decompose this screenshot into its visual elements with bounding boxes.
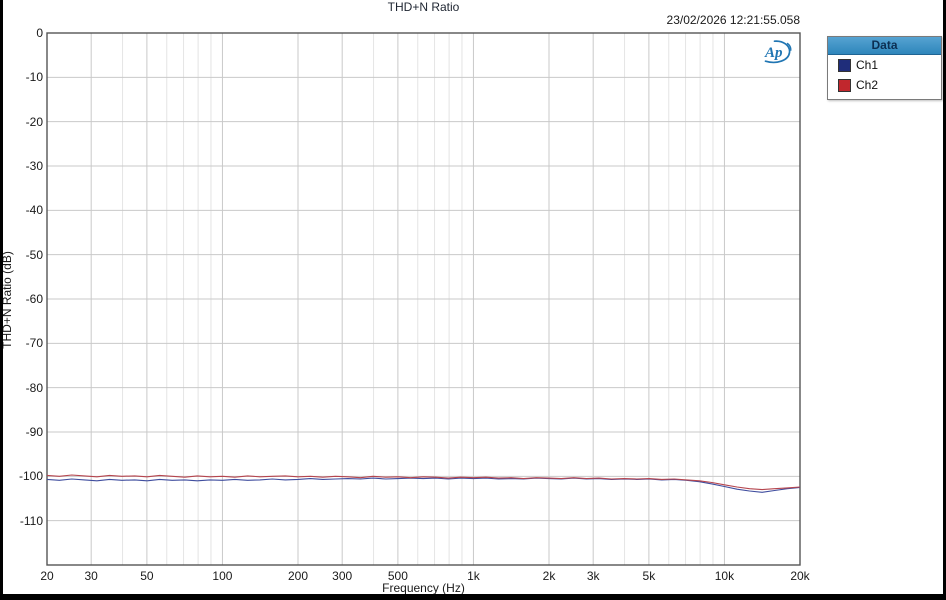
svg-text:Ap: Ap bbox=[764, 45, 783, 61]
legend-item-ch2[interactable]: Ch2 bbox=[828, 75, 941, 95]
legend-label-ch1: Ch1 bbox=[856, 58, 879, 72]
y-tick--110: -110 bbox=[19, 513, 43, 528]
y-tick--100: -100 bbox=[18, 469, 43, 484]
audio-precision-logo-icon: Ap bbox=[764, 40, 792, 64]
series-line-ch2 bbox=[46, 474, 801, 491]
y-tick--20: -20 bbox=[25, 114, 43, 129]
plot-area[interactable] bbox=[0, 0, 946, 600]
legend-label-ch2: Ch2 bbox=[856, 78, 879, 92]
ch1-color-swatch bbox=[838, 58, 851, 72]
legend-panel: Data Ch1 Ch2 bbox=[827, 36, 942, 100]
y-tick-0: 0 bbox=[36, 26, 43, 40]
legend-item-ch1[interactable]: Ch1 bbox=[828, 55, 941, 75]
window-edge-bottom bbox=[0, 594, 946, 600]
y-tick--10: -10 bbox=[25, 70, 43, 85]
ch2-color-swatch bbox=[838, 78, 851, 92]
window-edge-left bbox=[0, 0, 3, 600]
x-axis-title: Frequency (Hz) bbox=[382, 581, 465, 595]
legend-header: Data bbox=[828, 37, 941, 55]
ap-graph-window: THD+N Ratio 23/02/2026 12:21:55.058 20 30… bbox=[0, 0, 946, 600]
